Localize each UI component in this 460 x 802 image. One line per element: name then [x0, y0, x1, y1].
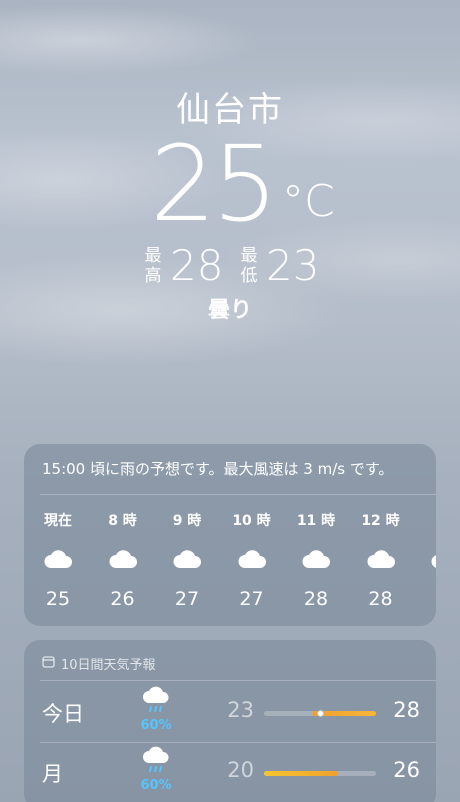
hourly-item: 11 時 28 [286, 510, 346, 618]
calendar-icon [42, 655, 55, 672]
cloud-rain-icon [136, 746, 176, 780]
hour-label: 9 時 [172, 513, 202, 529]
hour-label: 8 時 [108, 513, 137, 529]
divider [40, 680, 436, 681]
cloud-icon [28, 534, 88, 584]
divider [40, 742, 436, 743]
low-label: 最低 [240, 246, 258, 286]
precip-chance: 60% [140, 778, 172, 793]
hourly-item: 8 時 26 [93, 510, 153, 618]
hourly-item: 9 時 27 [157, 510, 217, 618]
temperature-range-bar [264, 710, 376, 717]
weather-condition: 曇り [207, 298, 252, 323]
low-temperature: 23 [227, 698, 254, 722]
precip-group: 60% [136, 686, 176, 733]
high-temperature: 26 [393, 758, 420, 782]
forecast-title: 10日間天気予報 [42, 654, 156, 673]
hourly-item: 1 [415, 510, 436, 618]
hour-label: 1 [415, 510, 436, 534]
forecast-row[interactable]: 今日 60% 23 28 [24, 684, 436, 742]
hourly-item: 10 時 27 [222, 510, 282, 618]
current-temperature: 25 [150, 123, 278, 245]
hourly-summary: 15:00 頃に雨の予想です。最大風速は 3 m/s です。 [42, 460, 394, 478]
hour-temperature: 27 [174, 588, 200, 610]
hourly-item: 現在 25 [28, 510, 88, 618]
hourly-item: 12 時 28 [351, 510, 411, 618]
hour-temperature: 26 [110, 588, 135, 610]
current-temperature-marker [317, 710, 324, 717]
hour-temperature: 28 [303, 588, 329, 610]
cloud-icon [286, 534, 346, 584]
precip-chance: 60% [140, 718, 172, 733]
low-temperature: 20 [227, 758, 254, 782]
forecast-title-text: 10日間天気予報 [61, 658, 156, 673]
high-temperature: 28 [170, 241, 224, 290]
cloud-rain-icon [136, 686, 176, 720]
temperature-unit: °C [282, 176, 335, 227]
high-label: 最高 [144, 246, 162, 286]
hourly-forecast-card[interactable]: 15:00 頃に雨の予想です。最大風速は 3 m/s です。 現在 25 8 時 26… [24, 444, 436, 626]
hour-temperature: 25 [45, 588, 71, 610]
cloud-icon [222, 534, 282, 584]
forecast-row[interactable]: 月 60% 20 26 [24, 744, 436, 802]
cloud-icon [93, 534, 153, 584]
hour-label: 10 時 [232, 513, 271, 529]
high-temperature: 28 [393, 698, 420, 722]
low-temperature: 23 [266, 241, 320, 290]
hour-label: 現在 [44, 513, 72, 529]
hour-temperature [415, 588, 436, 618]
precip-group: 60% [136, 746, 176, 793]
high-low-temperatures: 最高 28 最低 23 [0, 238, 460, 294]
hour-label: 12 時 [361, 513, 400, 529]
cloud-icon [415, 534, 436, 584]
ten-day-forecast-card[interactable]: 10日間天気予報 今日 60% 23 28 月 60% 20 26 [24, 640, 436, 802]
divider [40, 494, 436, 495]
hour-temperature: 28 [368, 588, 393, 610]
hourly-scroll[interactable]: 現在 25 8 時 26 9 時 27 10 時 27 11 時 28 12 時 28 1 [24, 510, 436, 620]
hour-temperature: 27 [239, 588, 264, 610]
day-label: 月 [42, 762, 63, 786]
hour-label: 11 時 [296, 513, 336, 529]
cloud-icon [157, 534, 217, 584]
temperature-range-bar [264, 771, 376, 776]
cloud-icon [351, 534, 411, 584]
day-label: 今日 [42, 702, 84, 726]
temperature-range-fill [264, 771, 338, 776]
